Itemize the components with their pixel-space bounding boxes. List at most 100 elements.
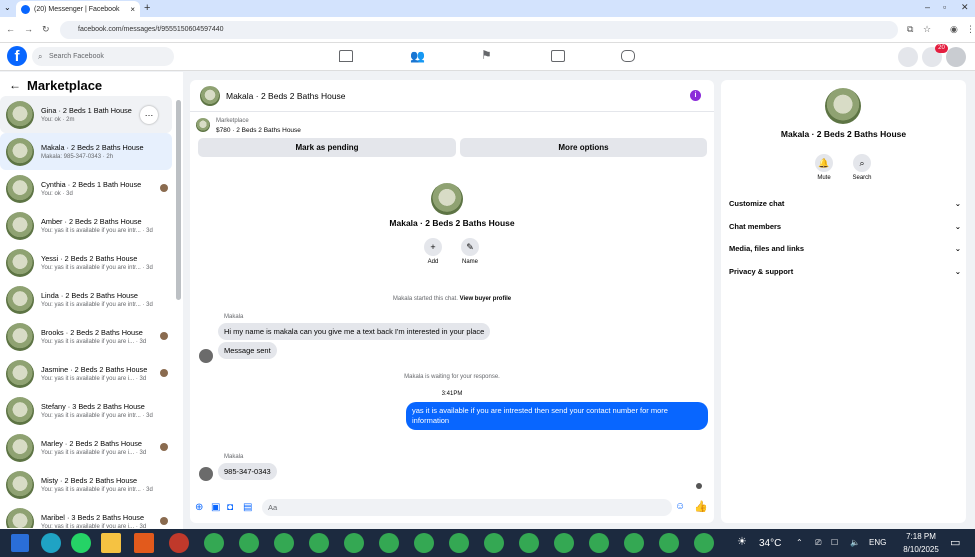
network-icon[interactable]: ☐ xyxy=(831,538,838,547)
conversation-item[interactable]: Linda · 2 Beds 2 Baths House You: yas it … xyxy=(0,281,172,318)
clock-time[interactable]: 7:18 PM xyxy=(901,532,941,541)
message-bubble[interactable]: Message sent xyxy=(218,342,277,359)
conversation-item[interactable]: Jasmine · 2 Beds 2 Baths House You: yas i… xyxy=(0,355,172,392)
tab-search-icon[interactable]: ⌄ xyxy=(4,3,11,12)
app-icon[interactable] xyxy=(134,533,154,553)
chrome-icon[interactable] xyxy=(519,533,539,553)
chrome-icon[interactable] xyxy=(589,533,609,553)
sticker-icon[interactable]: ◘ xyxy=(227,502,233,513)
info-icon[interactable]: i xyxy=(690,90,701,101)
listing-price[interactable]: $780 · 2 Beds 2 Baths House xyxy=(216,127,301,134)
chrome-icon[interactable] xyxy=(554,533,574,553)
close-tab-icon[interactable]: × xyxy=(130,5,135,14)
gif-icon[interactable]: ▤ xyxy=(243,502,252,513)
chrome-icon[interactable] xyxy=(344,533,364,553)
url-input[interactable]: facebook.com/messages/t/9555150604597440 xyxy=(60,21,898,39)
back-icon[interactable]: ← xyxy=(6,24,15,34)
video-icon[interactable] xyxy=(551,50,565,62)
menu-grid-icon[interactable] xyxy=(898,47,918,67)
photo-icon[interactable]: ▣ xyxy=(211,502,220,513)
conversation-item[interactable]: Amber · 2 Beds 2 Baths House You: yas it … xyxy=(0,207,172,244)
chrome-icon[interactable] xyxy=(484,533,504,553)
install-icon[interactable]: ⧉ xyxy=(907,24,913,35)
conversation-item[interactable]: Makala · 2 Beds 2 Baths House Makala: 985… xyxy=(0,133,172,170)
add-person-icon[interactable]: + xyxy=(424,238,442,256)
chat-avatar[interactable] xyxy=(200,85,220,106)
customize-chat-section[interactable]: Customize chat ⌄ xyxy=(729,199,961,208)
forward-icon[interactable]: → xyxy=(24,24,33,34)
friends-icon[interactable]: 👥 xyxy=(410,49,425,63)
message-bubble[interactable]: Hi my name is makala can you give me a t… xyxy=(218,323,491,340)
message-bubble[interactable]: 985-347-0343 xyxy=(218,463,277,480)
account-avatar[interactable] xyxy=(946,47,966,67)
conversation-item[interactable]: Gina · 2 Beds 1 Bath House You: ok · 2m… xyxy=(0,96,172,133)
sidebar-scrollbar[interactable] xyxy=(176,100,181,300)
tray-chevron-icon[interactable]: ⌃ xyxy=(796,538,803,547)
home-icon[interactable] xyxy=(339,50,353,62)
edge-icon[interactable] xyxy=(41,533,61,553)
view-buyer-profile-link[interactable]: View buyer profile xyxy=(460,296,512,302)
new-tab-icon[interactable]: + xyxy=(144,2,150,14)
sent-message-bubble[interactable]: yas it is available if you are intrested… xyxy=(406,402,708,430)
profile-avatar[interactable] xyxy=(431,183,463,215)
reload-icon[interactable]: ↻ xyxy=(42,24,50,35)
chrome-icon[interactable] xyxy=(414,533,434,553)
chrome-icon[interactable] xyxy=(449,533,469,553)
sender-avatar[interactable] xyxy=(199,467,213,481)
language-indicator[interactable]: ENG xyxy=(869,538,886,547)
conversation-list[interactable]: Gina · 2 Beds 1 Bath House You: ok · 2m … M… xyxy=(0,96,178,528)
browser-tab[interactable]: (20) Messenger | Facebook × xyxy=(16,1,140,17)
search-facebook-input[interactable]: ⌕ Search Facebook xyxy=(32,47,174,66)
chrome-icon[interactable] xyxy=(309,533,329,553)
chrome-icon[interactable] xyxy=(379,533,399,553)
pages-flag-icon[interactable]: ⚑ xyxy=(481,48,492,62)
chrome-icon[interactable] xyxy=(274,533,294,553)
menu-dots-icon[interactable]: ⋮ xyxy=(966,24,975,35)
temperature[interactable]: 34°C xyxy=(759,538,781,549)
more-options-button[interactable]: More options xyxy=(460,138,707,157)
chrome-icon[interactable] xyxy=(204,533,224,553)
like-thumb-icon[interactable]: 👍 xyxy=(694,500,708,513)
media-files-section[interactable]: Media, files and links ⌄ xyxy=(729,244,961,253)
app-icon[interactable] xyxy=(169,533,189,553)
chat-members-section[interactable]: Chat members ⌄ xyxy=(729,222,961,231)
message-input[interactable]: Aa xyxy=(262,499,672,516)
chrome-icon[interactable] xyxy=(624,533,644,553)
search-chat-icon[interactable]: ⌕ xyxy=(853,154,871,172)
volume-icon[interactable]: 🔈 xyxy=(850,538,860,547)
conversation-item[interactable]: Maribel · 3 Beds 2 Baths House You: yas i… xyxy=(0,503,172,528)
maximize-icon[interactable]: ▫ xyxy=(943,2,946,12)
back-arrow-icon[interactable]: ← xyxy=(9,78,21,92)
gaming-icon[interactable] xyxy=(621,50,635,62)
start-icon[interactable] xyxy=(11,534,29,552)
minimize-icon[interactable]: – xyxy=(925,2,930,12)
facebook-logo-icon[interactable]: f xyxy=(7,46,27,66)
profile-icon[interactable]: ◉ xyxy=(950,24,958,35)
chrome-icon[interactable] xyxy=(239,533,259,553)
mark-as-pending-button[interactable]: Mark as pending xyxy=(198,138,456,157)
conversation-item[interactable]: Yessi · 2 Beds 2 Baths House You: yas it … xyxy=(0,244,172,281)
tray-app-icon[interactable]: ⎚ xyxy=(815,538,821,548)
sender-avatar[interactable] xyxy=(199,349,213,363)
chrome-icon[interactable] xyxy=(694,533,714,553)
file-explorer-icon[interactable] xyxy=(101,533,121,553)
conversation-item[interactable]: Brooks · 2 Beds 2 Baths House You: yas it… xyxy=(0,318,172,355)
conversation-item[interactable]: Cynthia · 2 Beds 1 Bath House You: ok · 3… xyxy=(0,170,172,207)
info-avatar[interactable] xyxy=(825,88,861,124)
bookmark-star-icon[interactable]: ☆ xyxy=(923,24,931,35)
clock-date[interactable]: 8/10/2025 xyxy=(896,545,946,554)
privacy-support-section[interactable]: Privacy & support ⌄ xyxy=(729,267,961,276)
chat-title[interactable]: Makala · 2 Beds 2 Baths House xyxy=(226,91,346,101)
whatsapp-icon[interactable] xyxy=(71,533,91,553)
conversation-item[interactable]: Misty · 2 Beds 2 Baths House You: yas it … xyxy=(0,466,172,503)
plus-icon[interactable]: ⊕ xyxy=(195,502,203,513)
listing-thumbnail[interactable] xyxy=(196,118,210,132)
edit-name-icon[interactable]: ✎ xyxy=(461,238,479,256)
emoji-icon[interactable]: ☺ xyxy=(675,501,685,512)
conversation-item[interactable]: Stefany · 3 Beds 2 Baths House You: yas i… xyxy=(0,392,172,429)
weather-icon[interactable]: ☀ xyxy=(737,535,747,548)
close-window-icon[interactable]: ✕ xyxy=(961,2,969,13)
chrome-icon[interactable] xyxy=(659,533,679,553)
mute-bell-icon[interactable]: 🔔 xyxy=(815,154,833,172)
notification-center-icon[interactable]: ▭ xyxy=(950,536,960,549)
